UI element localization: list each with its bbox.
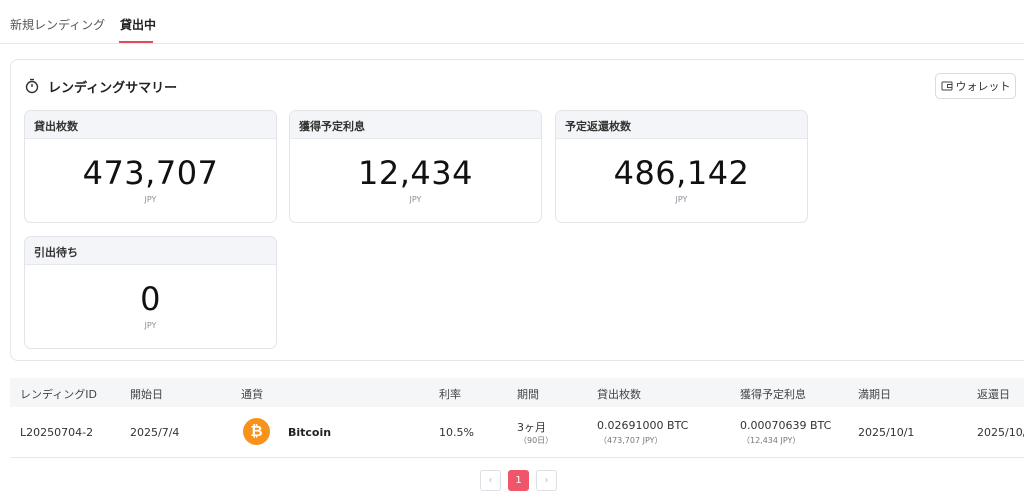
- tab-bar: 新規レンディング 貸出中: [0, 0, 1024, 44]
- pagination-prev-button[interactable]: ‹: [480, 470, 501, 491]
- card-label: 獲得予定利息: [290, 111, 541, 139]
- cell-period-days: （90日）: [519, 436, 554, 445]
- summary-card-expected-return: 予定返還枚数 486,142 JPY: [555, 110, 808, 223]
- summary-card-expected-interest: 獲得予定利息 12,434 JPY: [289, 110, 542, 223]
- lending-summary-panel: レンディングサマリー ウォレット 貸出枚数 473,707 JPY 獲得予定利息…: [10, 59, 1024, 361]
- cell-period: 3ヶ月: [517, 421, 546, 434]
- column-header-id: レンディングID: [20, 388, 97, 401]
- card-value: 473,707: [82, 154, 219, 192]
- timer-icon: [24, 78, 40, 94]
- card-unit: JPY: [144, 195, 157, 204]
- table-header: レンディングID 開始日 通貨 利率 期間 貸出枚数 獲得予定利息 満期日 返還…: [10, 378, 1024, 407]
- pagination: ‹ 1 ›: [480, 470, 564, 491]
- column-header-return-date: 返還日: [977, 388, 1010, 401]
- card-value: 0: [140, 280, 161, 318]
- cell-amount: 0.02691000 BTC: [597, 419, 689, 432]
- wallet-icon: [941, 80, 953, 92]
- table-row[interactable]: L20250704-2 2025/7/4 ₿ Bitcoin 10.5% 3ヶ月…: [10, 407, 1024, 458]
- active-tab-indicator: [119, 41, 153, 43]
- card-unit: JPY: [144, 321, 157, 330]
- cell-rate: 10.5%: [439, 426, 474, 439]
- card-value: 486,142: [613, 154, 750, 192]
- tab-new-lending[interactable]: 新規レンディング: [10, 16, 105, 33]
- lending-table: レンディングID 開始日 通貨 利率 期間 貸出枚数 獲得予定利息 満期日 返還…: [10, 378, 1024, 458]
- cell-currency: Bitcoin: [288, 426, 332, 439]
- summary-card-pending-withdrawal: 引出待ち 0 JPY: [24, 236, 277, 349]
- card-label: 引出待ち: [25, 237, 276, 265]
- cell-lending-id: L20250704-2: [20, 426, 94, 439]
- summary-header: レンディングサマリー: [24, 76, 177, 96]
- cell-return-date: 2025/10/: [977, 426, 1024, 439]
- bitcoin-icon: ₿: [243, 418, 270, 445]
- column-header-amount: 貸出枚数: [597, 388, 641, 401]
- card-unit: JPY: [675, 195, 688, 204]
- card-unit: JPY: [409, 195, 422, 204]
- card-value: 12,434: [358, 154, 473, 192]
- column-header-currency: 通貨: [241, 388, 263, 401]
- cell-start-date: 2025/7/4: [130, 426, 180, 439]
- column-header-interest: 獲得予定利息: [740, 388, 806, 401]
- cell-amount-jpy: （473,707 JPY）: [599, 436, 663, 445]
- cell-interest: 0.00070639 BTC: [740, 419, 832, 432]
- column-header-start-date: 開始日: [130, 388, 163, 401]
- cell-maturity: 2025/10/1: [858, 426, 915, 439]
- column-header-period: 期間: [517, 388, 539, 401]
- wallet-button[interactable]: ウォレット: [935, 73, 1016, 99]
- pagination-page-1[interactable]: 1: [508, 470, 529, 491]
- column-header-rate: 利率: [439, 388, 461, 401]
- summary-card-lent-amount: 貸出枚数 473,707 JPY: [24, 110, 277, 223]
- card-label: 予定返還枚数: [556, 111, 807, 139]
- card-label: 貸出枚数: [25, 111, 276, 139]
- pagination-next-button[interactable]: ›: [536, 470, 557, 491]
- column-header-maturity: 満期日: [858, 388, 891, 401]
- summary-title: レンディングサマリー: [48, 80, 178, 96]
- tab-active-lending[interactable]: 貸出中: [120, 16, 156, 33]
- cell-interest-jpy: （12,434 JPY）: [742, 436, 801, 445]
- wallet-button-label: ウォレット: [955, 80, 1011, 93]
